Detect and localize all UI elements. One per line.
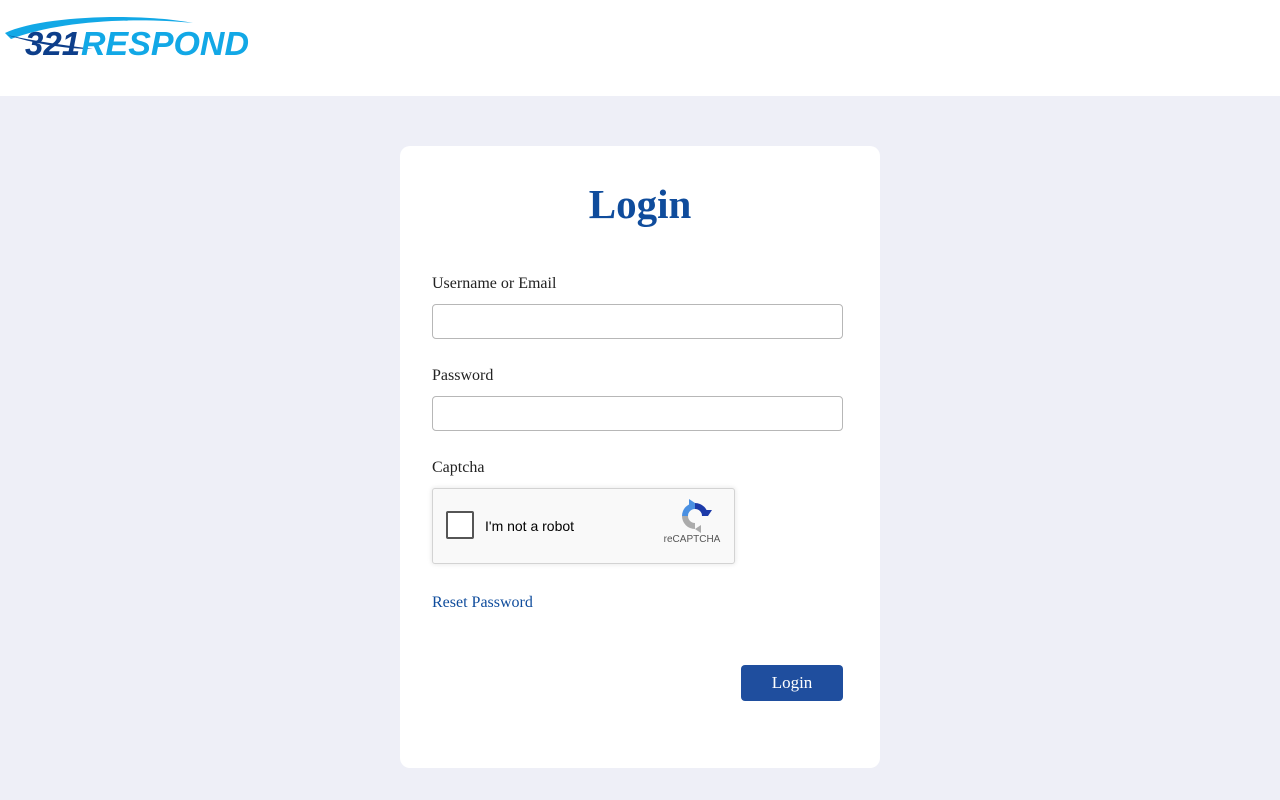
login-button[interactable]: Login: [741, 665, 843, 701]
login-title: Login: [588, 181, 692, 227]
logo-text-word: RESPOND: [81, 25, 249, 61]
recaptcha-checkbox[interactable]: [446, 511, 474, 539]
logo-text-number: 321: [25, 25, 80, 61]
recaptcha-brand: reCAPTCHA: [663, 534, 721, 545]
reset-password-link[interactable]: Reset Password: [432, 593, 533, 613]
recaptcha-label: I'm not a robot: [485, 518, 575, 534]
company-logo[interactable]: 321 RESPOND: [3, 13, 253, 61]
password-input[interactable]: [432, 396, 843, 431]
recaptcha-widget: I'm not a robot reCAPTCHA: [432, 488, 735, 564]
username-label: Username or Email: [432, 275, 557, 292]
username-input[interactable]: [432, 304, 843, 339]
recaptcha-arrows-icon: [682, 499, 712, 533]
captcha-label: Captcha: [432, 459, 485, 476]
logo-graphic: 321 RESPOND: [5, 17, 249, 61]
password-label: Password: [432, 367, 494, 384]
page-header: 321 RESPOND: [0, 0, 1280, 96]
